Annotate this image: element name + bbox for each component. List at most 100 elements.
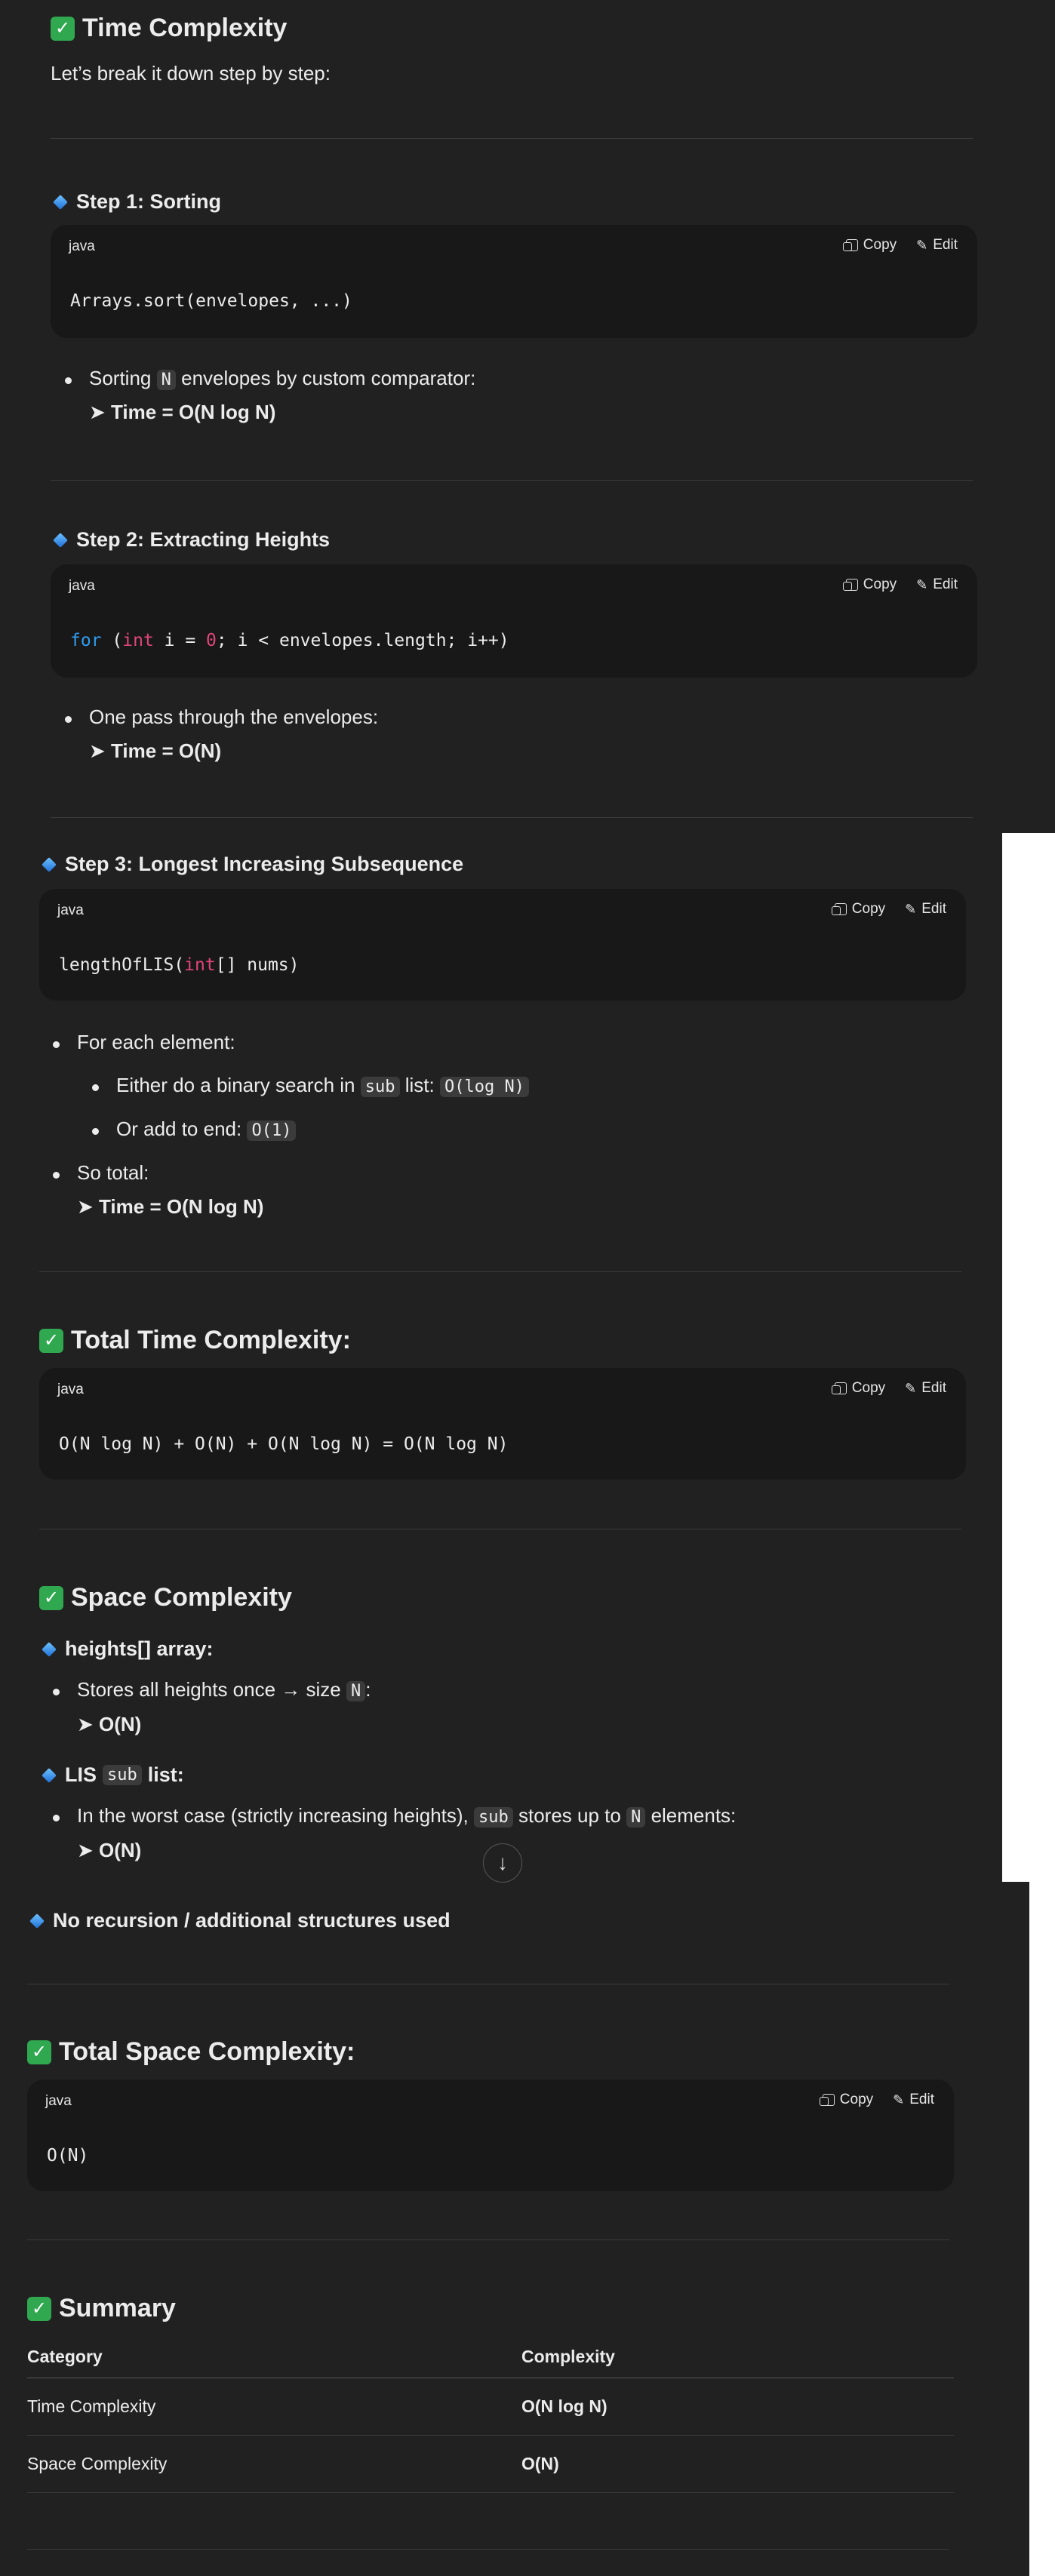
text: envelopes by custom comparator: [181, 367, 476, 389]
total-space-heading: ✓ Total Space Complexity: [27, 2037, 355, 2067]
edit-button[interactable]: ✎ Edit [905, 901, 946, 918]
heading-text: list: [147, 1763, 184, 1786]
code-language: java [57, 902, 84, 918]
edit-button[interactable]: ✎ Edit [893, 2092, 934, 2108]
edit-label: Edit [933, 576, 958, 592]
text: elements: [651, 1804, 737, 1827]
code-language: java [69, 578, 95, 594]
bullet-text: Or add to end: O(1) [116, 1117, 297, 1141]
check-icon: ✓ [27, 2040, 51, 2064]
bullet-text: In the worst case (strictly increasing h… [77, 1804, 736, 1827]
table-cell: O(N) [521, 2435, 954, 2493]
step1-heading: Step 1: Sorting [51, 190, 221, 214]
divider [51, 138, 973, 139]
intro-text: Let’s break it down step by step: [51, 62, 331, 85]
bullet-dot [65, 716, 72, 723]
inline-code: O(1) [247, 1120, 297, 1141]
heading-text: Step 2: Extracting Heights [76, 528, 331, 551]
text: Sorting [89, 367, 152, 389]
bullet-text: For each element: [77, 1031, 235, 1053]
step3-heading: Step 3: Longest Increasing Subsequence [39, 853, 463, 876]
copy-button[interactable]: Copy [831, 1380, 886, 1397]
divider [27, 2549, 949, 2550]
copy-label: Copy [863, 576, 897, 592]
summary-table: Category Complexity Time Complexity O(N … [27, 2347, 954, 2493]
text: Stores all heights once → size [77, 1678, 341, 1701]
divider [27, 2239, 949, 2240]
edit-button[interactable]: ✎ Edit [916, 576, 958, 593]
text: In the worst case (strictly increasing h… [77, 1804, 469, 1827]
copy-icon [842, 579, 858, 591]
copy-button[interactable]: Copy [842, 237, 897, 254]
heading-text: LIS [65, 1763, 97, 1786]
type: int [184, 955, 216, 975]
check-icon: ✓ [39, 1328, 63, 1353]
bullet-dot [92, 1128, 99, 1135]
code-part: ; i < envelopes.length; i++) [216, 631, 509, 650]
bullet-dot [53, 1815, 60, 1821]
copy-button[interactable]: Copy [842, 576, 897, 593]
table-header: Complexity [521, 2347, 954, 2378]
copy-label: Copy [839, 2092, 874, 2107]
inline-code: N [156, 370, 176, 390]
bullet-dot [53, 1041, 60, 1048]
scroll-down-button[interactable]: ↓ [483, 1843, 522, 1883]
bullet-dot [53, 1689, 60, 1695]
no-recursion-heading: No recursion / additional structures use… [27, 1909, 451, 1932]
table-cell: O(N log N) [521, 2378, 954, 2436]
list-item: One pass through the envelopes: [65, 705, 378, 729]
heading-text: Space Complexity [71, 1583, 292, 1612]
edit-icon: ✎ [893, 2092, 905, 2107]
heading-text: No recursion / additional structures use… [53, 1909, 451, 1932]
edit-button[interactable]: ✎ Edit [916, 237, 958, 254]
diamond-icon [42, 1767, 57, 1783]
code-language: java [57, 1382, 84, 1397]
result-text: ➤ Time = O(N log N) [89, 401, 276, 423]
list-item: Stores all heights once → size N: [53, 1678, 371, 1701]
keyword: for [70, 631, 102, 650]
arrow-down-icon: ↓ [497, 1851, 508, 1874]
bullet-text: So total: [77, 1161, 149, 1184]
inline-code: sub [474, 1807, 513, 1827]
copy-label: Copy [851, 1380, 886, 1396]
copy-button[interactable]: Copy [819, 2092, 874, 2108]
inline-code: sub [103, 1765, 142, 1785]
text: : [365, 1678, 371, 1701]
text: stores up to [518, 1804, 621, 1827]
edit-icon: ✎ [905, 901, 917, 917]
code-part: [] nums) [215, 955, 300, 975]
copy-button[interactable]: Copy [831, 901, 885, 918]
diamond-icon [42, 856, 57, 872]
edit-icon: ✎ [916, 237, 928, 253]
text: Or add to end: [116, 1117, 242, 1140]
edit-label: Edit [909, 2092, 934, 2107]
check-icon: ✓ [27, 2296, 51, 2321]
check-icon: ✓ [39, 1585, 63, 1610]
code-text: O(N log N) + O(N) + O(N log N) = O(N log… [59, 1434, 509, 1454]
edit-label: Edit [933, 237, 958, 253]
diamond-icon [42, 1641, 57, 1657]
list-item: In the worst case (strictly increasing h… [53, 1804, 736, 1827]
bullet-dot [92, 1084, 99, 1091]
code-block: java Copy ✎ Edit lengthOfLIS(int[] nums) [39, 889, 966, 1001]
divider [51, 817, 973, 818]
diamond-icon [29, 1913, 45, 1929]
heading-text: Total Space Complexity: [59, 2037, 355, 2066]
code-block: java Copy ✎ Edit for (int i = 0; i < enve… [51, 564, 977, 678]
code-text: O(N) [47, 2146, 89, 2166]
check-icon: ✓ [51, 16, 75, 41]
code-language: java [45, 2093, 72, 2109]
white-gutter-2 [1029, 1882, 1055, 2576]
list-item: Sorting N envelopes by custom comparator… [65, 367, 475, 390]
list-item: So total: [53, 1161, 149, 1185]
edit-button[interactable]: ✎ Edit [905, 1380, 946, 1397]
code-part: lengthOfLIS( [59, 955, 185, 975]
heading-text: heights[] array: [65, 1637, 214, 1660]
lis-heading: LIS sub list: [39, 1763, 184, 1787]
result-text: ➤ Time = O(N) [89, 739, 222, 762]
table-row: Space Complexity O(N) [27, 2435, 954, 2493]
code-text: for (int i = 0; i < envelopes.length; i+… [70, 631, 509, 650]
time-complexity-heading: ✓ Time Complexity [51, 14, 287, 43]
result-text: ➤ Time = O(N log N) [77, 1195, 264, 1218]
inline-code: O(log N) [439, 1077, 529, 1097]
